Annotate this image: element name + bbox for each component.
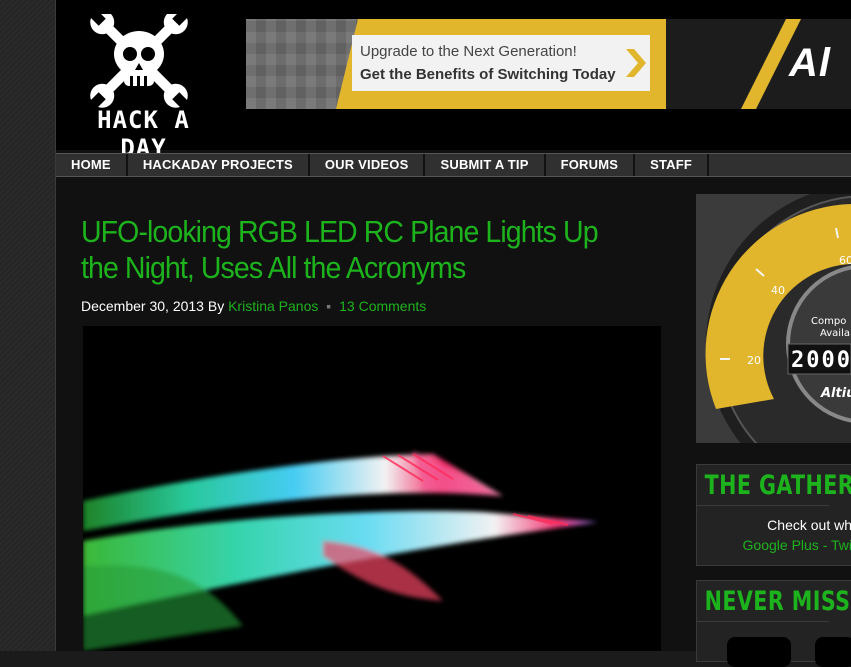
nav-hackaday-projects[interactable]: HACKADAY PROJECTS: [128, 154, 310, 176]
ad-line-1: Upgrade to the Next Generation!: [360, 43, 577, 60]
article-title[interactable]: UFO-looking RGB LED RC Plane Lights Up t…: [81, 214, 624, 286]
article-meta: December 30, 2013 By Kristina Panos ▪ 13…: [81, 298, 426, 314]
widget-gathering: THE GATHERI Check out wh Google Plus - T…: [696, 464, 851, 566]
gauge-tick-40: 40: [771, 284, 785, 297]
gauge-label-2: Availa: [820, 328, 850, 339]
gauge-counter: 2000: [791, 348, 851, 373]
chevron-right-icon: [626, 49, 646, 77]
gauge-icon: 20 40 60 Compo Availa 2000 Altiu: [696, 194, 851, 443]
gauge-tick-60: 60: [839, 254, 851, 267]
main-nav: HOME HACKADAY PROJECTS OUR VIDEOS SUBMIT…: [56, 153, 851, 177]
article-image[interactable]: [83, 326, 661, 651]
widget-gathering-links[interactable]: Google Plus - Twi: [697, 537, 851, 553]
gauge-label-1: Compo: [811, 316, 846, 327]
sidebar-gauge-ad[interactable]: 20 40 60 Compo Availa 2000 Altiu: [696, 194, 851, 443]
gauge-brand: Altiu: [820, 386, 851, 401]
sidebar: 20 40 60 Compo Availa 2000 Altiu THE GAT…: [696, 176, 851, 667]
widget-gathering-text: Check out wh: [767, 517, 851, 533]
widget-never-miss: NEVER MISS: [696, 580, 851, 667]
widget-never-miss-title: NEVER MISS: [697, 581, 850, 622]
nav-staff[interactable]: STAFF: [635, 154, 710, 176]
article-comments-link[interactable]: 13 Comments: [339, 298, 426, 314]
page-background-left: [0, 0, 56, 651]
nav-home[interactable]: HOME: [56, 154, 128, 176]
skull-wrenches-icon: [88, 8, 190, 110]
ad-message-box: Upgrade to the Next Generation! Get the …: [352, 35, 650, 91]
article-author-link[interactable]: Kristina Panos: [228, 298, 318, 314]
meta-separator: ▪: [326, 298, 332, 314]
banner-ad[interactable]: Upgrade to the Next Generation! Get the …: [246, 19, 851, 109]
nav-our-videos[interactable]: OUR VIDEOS: [310, 154, 426, 176]
led-light-trails-image: [83, 451, 598, 651]
article-by: By: [207, 298, 225, 314]
page: HACK A DAY Upgrade to the Next Generatio…: [56, 0, 851, 667]
main-content: UFO-looking RGB LED RC Plane Lights Up t…: [81, 176, 681, 651]
nav-forums[interactable]: FORUMS: [546, 154, 636, 176]
nav-submit-a-tip[interactable]: SUBMIT A TIP: [425, 154, 546, 176]
widget-gathering-title: THE GATHERI: [697, 465, 851, 506]
gauge-tick-20: 20: [747, 354, 761, 367]
ad-brand: Al: [789, 41, 831, 85]
ad-line-2: Get the Benefits of Switching Today: [360, 66, 616, 83]
social-icon[interactable]: [815, 637, 851, 667]
article-date: December 30, 2013: [81, 298, 204, 314]
site-header: HACK A DAY Upgrade to the Next Generatio…: [56, 0, 851, 162]
social-icon[interactable]: [727, 637, 791, 667]
